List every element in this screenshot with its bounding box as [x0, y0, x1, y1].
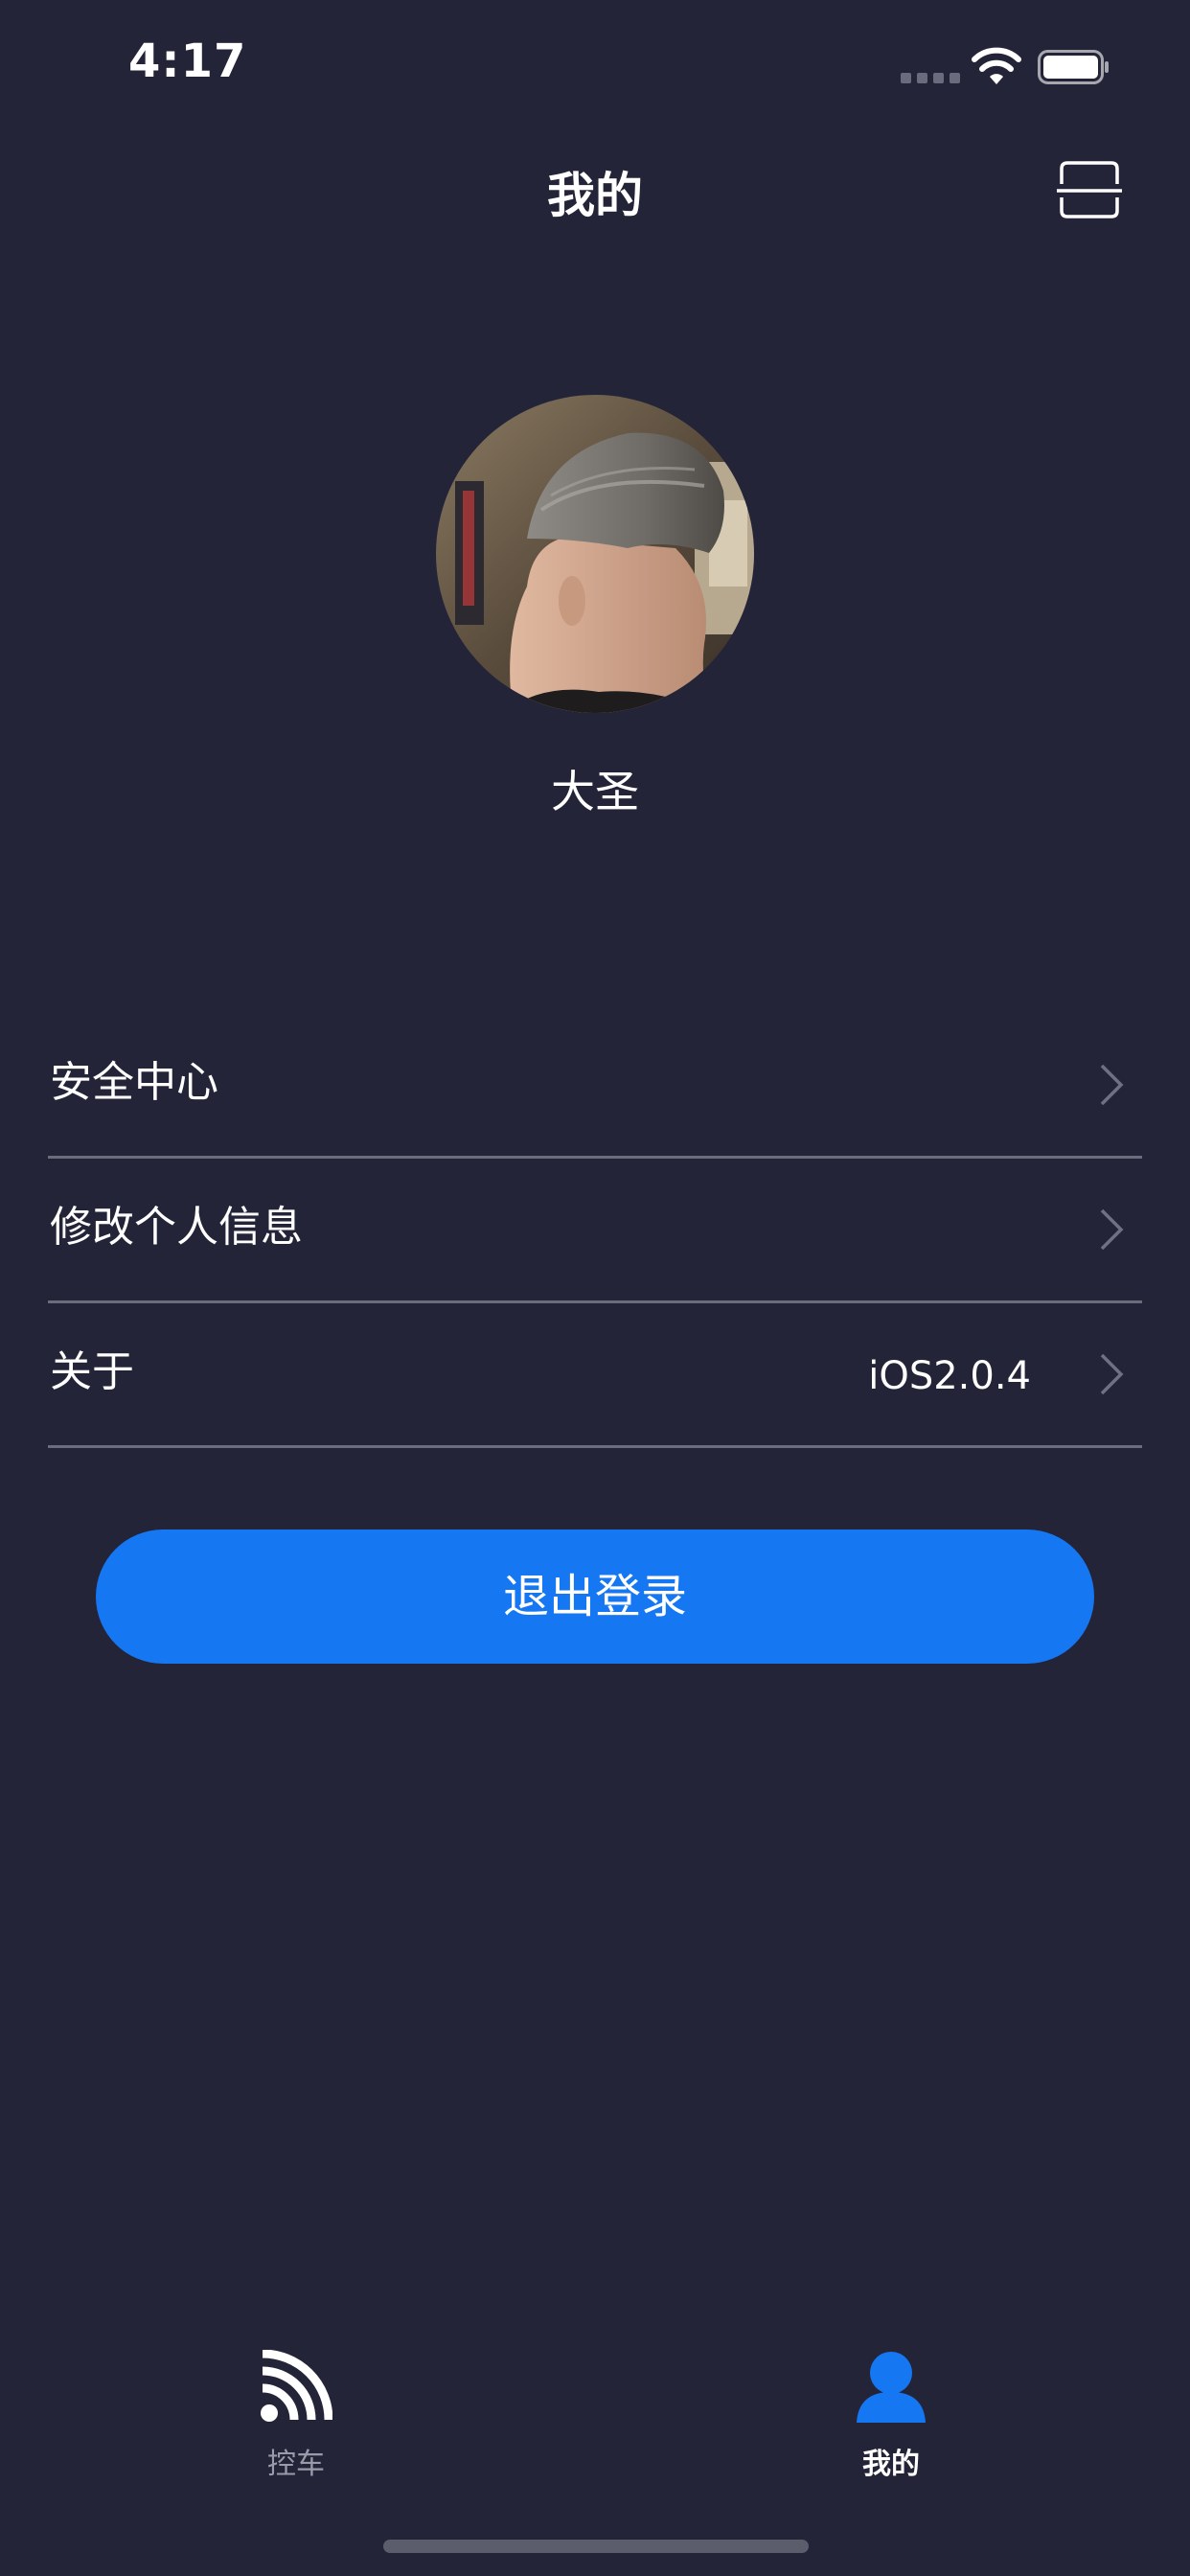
chevron-right-icon: [1100, 1064, 1124, 1106]
tab-mine[interactable]: 我的: [795, 2350, 987, 2484]
menu-item-label: 安全中心: [50, 1058, 218, 1107]
menu-item-edit-profile[interactable]: 修改个人信息: [48, 1159, 1142, 1303]
avatar-photo: [436, 395, 754, 713]
menu-item-label: 关于: [50, 1347, 134, 1396]
chevron-right-icon: [1100, 1208, 1124, 1251]
chevron-right-icon: [1100, 1353, 1124, 1395]
tab-label: 我的: [862, 2448, 920, 2481]
logout-button[interactable]: 退出登录: [96, 1530, 1094, 1664]
settings-list: 安全中心 修改个人信息 关于 iOS2.0.4: [48, 1014, 1142, 1448]
app-version: iOS2.0.4: [868, 1354, 1031, 1398]
tab-label: 控车: [267, 2448, 325, 2481]
status-time: 4:17: [128, 34, 247, 88]
signal-icon: [261, 2350, 332, 2422]
menu-item-about[interactable]: 关于 iOS2.0.4: [48, 1303, 1142, 1448]
page-title: 我的: [547, 168, 643, 223]
scan-icon: [1057, 161, 1122, 218]
home-indicator: [383, 2540, 809, 2553]
menu-item-label: 修改个人信息: [50, 1203, 303, 1252]
scan-button[interactable]: [1054, 159, 1125, 220]
profile-screen: 4:17 我的 大圣 安全中心 修改个人信息 关于 iOS2.0.4 退出登录 …: [0, 0, 1190, 2576]
wifi-icon: [972, 47, 1021, 84]
avatar[interactable]: [436, 395, 754, 713]
person-icon: [857, 2352, 926, 2423]
menu-item-security-center[interactable]: 安全中心: [48, 1014, 1142, 1159]
username: 大圣: [551, 766, 639, 817]
tab-control-car[interactable]: 控车: [200, 2350, 392, 2484]
cellular-signal-icon: [901, 73, 960, 83]
battery-icon: [1038, 50, 1109, 84]
